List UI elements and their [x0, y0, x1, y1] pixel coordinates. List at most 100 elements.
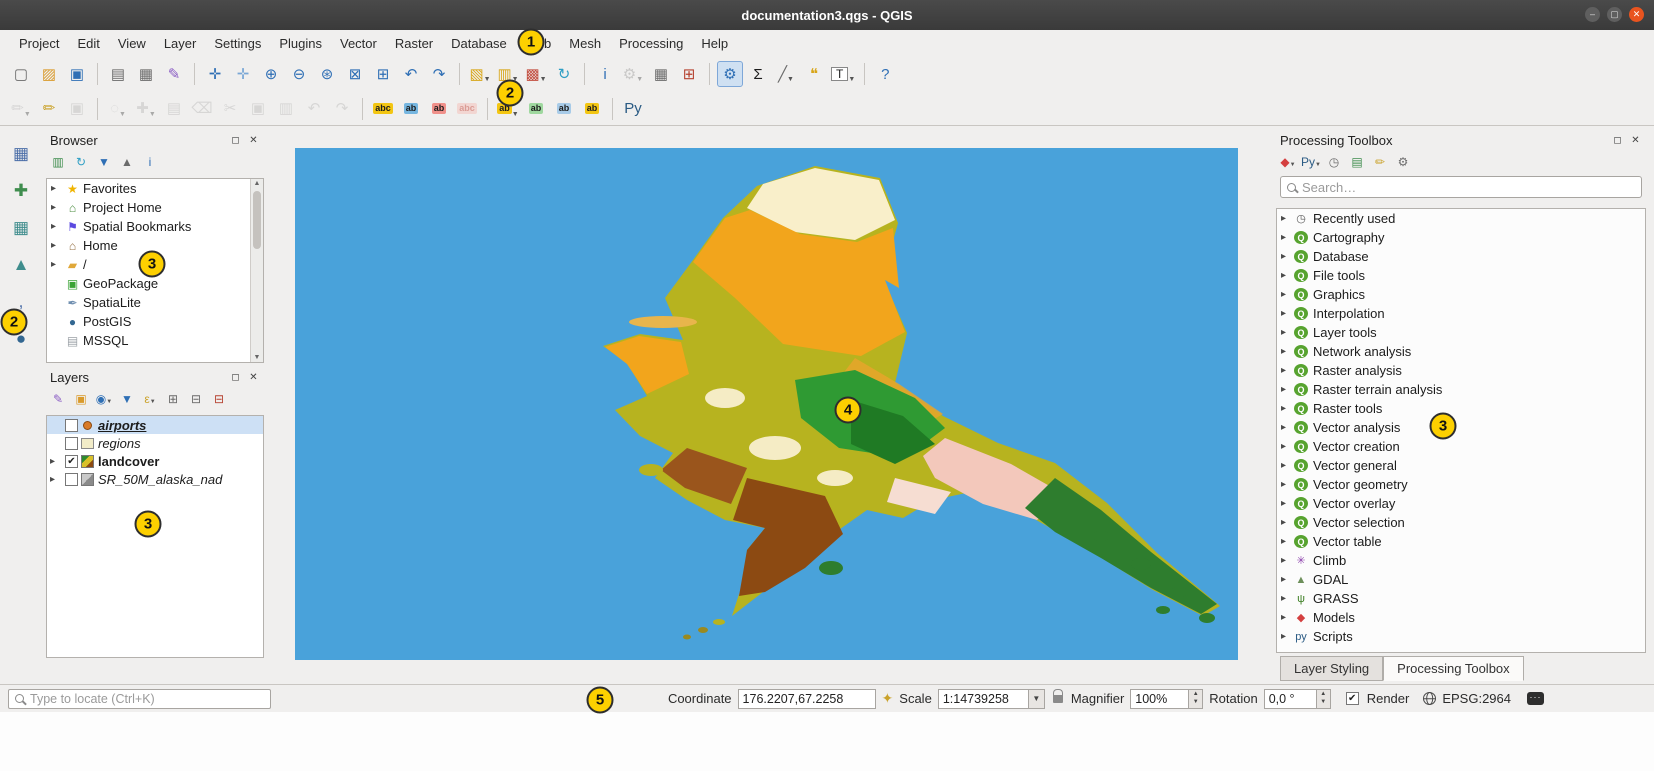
zoom-to-selection-icon[interactable]: ⊠ [342, 61, 368, 87]
spinner-arrows-icon[interactable]: ▲▼ [1188, 689, 1203, 709]
select-features-icon[interactable]: ▧▼ [467, 61, 493, 87]
new-print-layout-icon[interactable]: ▤ [105, 61, 131, 87]
expand-arrow[interactable]: ▸ [1281, 498, 1294, 509]
layer-checkbox[interactable] [65, 419, 78, 432]
map-canvas[interactable] [295, 148, 1238, 660]
expand-arrow[interactable]: ▸ [1281, 232, 1294, 243]
redo-icon[interactable]: ↷ [329, 96, 355, 122]
processing-group-raster-analysis[interactable]: ▸QRaster analysis [1277, 361, 1645, 380]
expand-arrow[interactable]: ▸ [1281, 555, 1294, 566]
float-panel-icon[interactable]: ◻ [1611, 135, 1624, 146]
expand-arrow[interactable]: ▸ [1281, 270, 1294, 281]
scale-input[interactable] [938, 689, 1028, 709]
browser-item-spatial-bookmarks[interactable]: ▸⚑Spatial Bookmarks [47, 217, 250, 236]
browser-item-favorites[interactable]: ▸★Favorites [47, 179, 250, 198]
add-vector-layer-icon[interactable]: ✚ [7, 177, 35, 205]
magnifier-spinbox[interactable]: ▲▼ [1130, 689, 1203, 709]
crs-globe-icon[interactable] [1423, 692, 1436, 705]
scripts-menu-icon[interactable]: Py▼ [1302, 153, 1320, 171]
expand-arrow[interactable]: ▸ [1281, 612, 1294, 623]
pan-map-icon[interactable]: ✛ [202, 61, 228, 87]
processing-group-vector-overlay[interactable]: ▸QVector overlay [1277, 494, 1645, 513]
close-panel-icon[interactable]: ✕ [1629, 135, 1642, 146]
map-tips-icon[interactable]: ❝ [801, 61, 827, 87]
rotate-label-icon[interactable]: ab [551, 96, 577, 122]
add-selected-layers-icon[interactable]: ▥ [49, 153, 67, 171]
processing-group-vector-general[interactable]: ▸QVector general [1277, 456, 1645, 475]
processing-group-vector-table[interactable]: ▸QVector table [1277, 532, 1645, 551]
digitize-tool-icon[interactable]: ◌▼ [105, 96, 131, 122]
expand-arrow[interactable]: ▸ [1281, 213, 1294, 224]
processing-group-raster-tools[interactable]: ▸QRaster tools [1277, 399, 1645, 418]
expand-arrow[interactable]: ▸ [1281, 422, 1294, 433]
layer-labeling-options-icon[interactable]: abc [370, 96, 396, 122]
menu-database[interactable]: Database [442, 32, 516, 55]
pin-labels-icon[interactable]: ab [426, 96, 452, 122]
field-calculator-icon[interactable]: ⊞ [676, 61, 702, 87]
locate-input[interactable] [30, 692, 264, 706]
processing-group-vector-analysis[interactable]: ▸QVector analysis [1277, 418, 1645, 437]
menu-project[interactable]: Project [10, 32, 68, 55]
processing-search-input[interactable] [1302, 180, 1635, 195]
layer-diagram-options-icon[interactable]: ab [398, 96, 424, 122]
processing-group-graphics[interactable]: ▸QGraphics [1277, 285, 1645, 304]
processing-group-layer-tools[interactable]: ▸QLayer tools [1277, 323, 1645, 342]
save-project-icon[interactable]: ▣ [64, 61, 90, 87]
extent-toggle-icon[interactable]: ✦ [882, 690, 894, 707]
zoom-out-icon[interactable]: ⊖ [286, 61, 312, 87]
python-console-icon[interactable]: Py [620, 96, 646, 122]
expand-arrow[interactable]: ▸ [1281, 479, 1294, 490]
minimize-icon[interactable]: – [1585, 7, 1600, 22]
expand-arrow[interactable]: ▸ [51, 221, 64, 232]
run-feature-action-icon[interactable]: ⚙▼ [620, 61, 646, 87]
expand-arrow[interactable]: ▸ [1281, 460, 1294, 471]
processing-group-scripts[interactable]: ▸pyScripts [1277, 627, 1645, 646]
layer-checkbox[interactable] [65, 473, 78, 486]
chevron-down-icon[interactable]: ▼ [1028, 689, 1045, 709]
close-panel-icon[interactable]: ✕ [247, 135, 260, 146]
locate-search[interactable] [8, 689, 271, 709]
open-attribute-table-icon[interactable]: ▦ [648, 61, 674, 87]
expand-arrow[interactable]: ▸ [1281, 384, 1294, 395]
menu-view[interactable]: View [109, 32, 155, 55]
expand-arrow[interactable]: ▸ [1281, 403, 1294, 414]
expand-arrow[interactable]: ▸ [1281, 631, 1294, 642]
expand-arrow[interactable]: ▸ [51, 183, 64, 194]
edit-features-in-place-icon[interactable]: ✏ [1371, 153, 1389, 171]
open-project-icon[interactable]: ▨ [36, 61, 62, 87]
open-layer-styling-panel-icon[interactable]: ✎ [49, 390, 67, 408]
options-icon[interactable]: ⚙ [1394, 153, 1412, 171]
browser-item-project-home[interactable]: ▸⌂Project Home [47, 198, 250, 217]
filter-legend-icon[interactable]: ▼ [118, 390, 136, 408]
add-group-icon[interactable]: ▣ [72, 390, 90, 408]
collapse-all-icon[interactable]: ▲ [118, 153, 136, 171]
zoom-to-layer-icon[interactable]: ⊞ [370, 61, 396, 87]
float-panel-icon[interactable]: ◻ [229, 135, 242, 146]
processing-group-file-tools[interactable]: ▸QFile tools [1277, 266, 1645, 285]
processing-group-climb[interactable]: ▸✳Climb [1277, 551, 1645, 570]
browser-item-mssql[interactable]: ▸▤MSSQL [47, 331, 250, 350]
deselect-all-icon[interactable]: ▩▼ [523, 61, 549, 87]
browser-item-postgis[interactable]: ▸●PostGIS [47, 312, 250, 331]
show-properties-widget-icon[interactable]: i [141, 153, 159, 171]
spinner-arrows-icon[interactable]: ▲▼ [1316, 689, 1331, 709]
processing-group-database[interactable]: ▸QDatabase [1277, 247, 1645, 266]
processing-group-vector-selection[interactable]: ▸QVector selection [1277, 513, 1645, 532]
identify-features-icon[interactable]: i [592, 61, 618, 87]
cut-features-icon[interactable]: ✂ [217, 96, 243, 122]
filter-by-expression-icon[interactable]: ε▼ [141, 390, 159, 408]
menu-settings[interactable]: Settings [205, 32, 270, 55]
browser-item-spatialite[interactable]: ▸✒SpatiaLite [47, 293, 250, 312]
expand-arrow[interactable]: ▸ [1281, 593, 1294, 604]
add-mesh-layer-icon[interactable]: ▲ [7, 251, 35, 279]
models-menu-icon[interactable]: ◆▼ [1279, 153, 1297, 171]
coordinate-input[interactable] [738, 689, 876, 709]
expand-arrow[interactable]: ▸ [1281, 251, 1294, 262]
current-edits-icon[interactable]: ✏▼ [8, 96, 34, 122]
tab-layer-styling[interactable]: Layer Styling [1280, 656, 1383, 681]
expand-arrow[interactable]: ▸ [1281, 574, 1294, 585]
menu-layer[interactable]: Layer [155, 32, 206, 55]
filter-browser-icon[interactable]: ▼ [95, 153, 113, 171]
processing-group-recently-used[interactable]: ▸◷Recently used [1277, 209, 1645, 228]
crs-label[interactable]: EPSG:2964 [1442, 691, 1511, 706]
